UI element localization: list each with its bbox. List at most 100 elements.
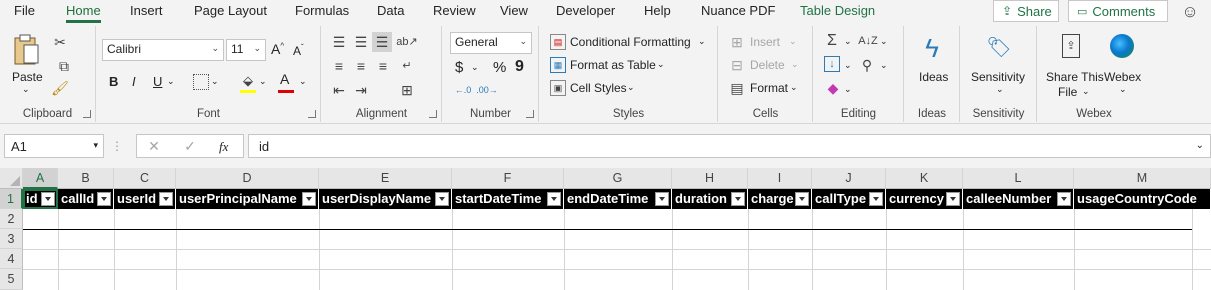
share-button[interactable]: ⇪ Share bbox=[993, 0, 1059, 22]
sort-filter-icon[interactable]: A↓Z bbox=[858, 32, 878, 50]
tab-file[interactable]: File bbox=[14, 3, 35, 18]
tab-help[interactable]: Help bbox=[644, 3, 671, 18]
sensitivity-dropdown-icon[interactable]: ⌄ bbox=[996, 84, 1004, 95]
header-cell-startdatetime[interactable]: startDateTime bbox=[452, 189, 564, 209]
filter-dropdown-icon[interactable] bbox=[1057, 192, 1071, 206]
borders-dropdown-icon[interactable]: ⌄ bbox=[211, 76, 219, 87]
align-right-icon[interactable]: ≡ bbox=[374, 58, 392, 74]
share-file-dropdown-icon[interactable]: ⌄ bbox=[1082, 86, 1090, 97]
header-cell-usagecountrycode[interactable]: usageCountryCode bbox=[1074, 189, 1211, 209]
bold-button[interactable]: B bbox=[109, 74, 118, 89]
fill-color-dropdown-icon[interactable]: ⌄ bbox=[259, 76, 267, 87]
sort-filter-dropdown-icon[interactable]: ⌄ bbox=[880, 36, 888, 47]
delete-cells-dropdown-icon[interactable]: ⌄ bbox=[791, 59, 799, 70]
column-header-f[interactable]: F bbox=[452, 168, 564, 189]
clear-eraser-icon[interactable]: ◆ bbox=[824, 80, 842, 96]
insert-cells-dropdown-icon[interactable]: ⌄ bbox=[789, 36, 797, 47]
name-box-dropdown-icon[interactable]: ▾ bbox=[93, 140, 98, 151]
delete-cells-button[interactable]: Delete bbox=[750, 58, 785, 72]
insert-function-button[interactable]: fx bbox=[219, 139, 228, 155]
sensitivity-button[interactable]: Sensitivity bbox=[971, 70, 1025, 84]
format-cells-button[interactable]: Format bbox=[750, 81, 788, 95]
smiley-feedback-icon[interactable]: ☺ bbox=[1180, 1, 1200, 21]
header-cell-callid[interactable]: callId bbox=[58, 189, 114, 209]
filter-dropdown-icon[interactable] bbox=[97, 192, 111, 206]
cancel-formula-icon[interactable]: ✕ bbox=[145, 138, 163, 154]
formula-input[interactable]: id ⌄ bbox=[248, 134, 1211, 158]
decrease-indent-icon[interactable]: ⇤ bbox=[330, 82, 348, 98]
orientation-icon[interactable]: ab↗ bbox=[396, 34, 417, 50]
middle-align-icon[interactable]: ☰ bbox=[352, 34, 370, 50]
wrap-text-icon[interactable]: ↵ bbox=[398, 58, 416, 74]
number-format-combo[interactable]: General ⌄ bbox=[450, 32, 532, 54]
clear-dropdown-icon[interactable]: ⌄ bbox=[844, 84, 852, 95]
filter-dropdown-icon[interactable] bbox=[946, 192, 960, 206]
header-cell-id[interactable]: id bbox=[23, 189, 58, 209]
top-align-icon[interactable]: ☰ bbox=[330, 34, 348, 50]
header-cell-calleenumber[interactable]: calleeNumber bbox=[963, 189, 1074, 209]
filter-dropdown-icon[interactable] bbox=[41, 192, 55, 206]
column-header-b[interactable]: B bbox=[58, 168, 114, 189]
insert-cells-button[interactable]: Insert bbox=[750, 35, 780, 49]
tab-page-layout[interactable]: Page Layout bbox=[194, 3, 267, 18]
tab-data[interactable]: Data bbox=[377, 3, 404, 18]
row-header-5[interactable]: 5 bbox=[0, 269, 23, 290]
format-cells-dropdown-icon[interactable]: ⌄ bbox=[790, 82, 798, 93]
fill-color-icon[interactable]: ⬙ bbox=[240, 72, 256, 88]
align-center-icon[interactable]: ≡ bbox=[352, 58, 370, 74]
tab-developer[interactable]: Developer bbox=[556, 3, 615, 18]
row-header-3[interactable]: 3 bbox=[0, 229, 23, 249]
filter-dropdown-icon[interactable] bbox=[302, 192, 316, 206]
tab-view[interactable]: View bbox=[500, 3, 528, 18]
increase-indent-icon[interactable]: ⇥ bbox=[352, 82, 370, 98]
column-header-m[interactable]: M bbox=[1074, 168, 1211, 189]
italic-button[interactable]: I bbox=[132, 74, 136, 89]
filter-dropdown-icon[interactable] bbox=[869, 192, 883, 206]
tab-home[interactable]: Home bbox=[66, 3, 101, 23]
ideas-button[interactable]: Ideas bbox=[919, 70, 948, 84]
sensitivity-tag-icon[interactable]: 🏷 bbox=[985, 32, 1013, 64]
decrease-font-size-icon[interactable]: Aˇ bbox=[293, 43, 304, 58]
fill-dropdown-icon[interactable]: ⌄ bbox=[844, 60, 852, 71]
cell-styles-button[interactable]: Cell Styles bbox=[570, 81, 627, 95]
expand-formula-bar-icon[interactable]: ⌄ bbox=[1196, 140, 1204, 151]
decrease-decimal-icon[interactable]: .00→ bbox=[476, 82, 498, 98]
header-cell-calltype[interactable]: callType bbox=[812, 189, 886, 209]
row-header-2[interactable]: 2 bbox=[0, 209, 23, 229]
enter-formula-icon[interactable]: ✓ bbox=[181, 138, 199, 154]
font-launcher-icon[interactable] bbox=[308, 110, 316, 118]
comma-style-button[interactable]: 9 bbox=[515, 58, 524, 76]
filter-dropdown-icon[interactable] bbox=[159, 192, 173, 206]
underline-dropdown-icon[interactable]: ⌄ bbox=[167, 76, 175, 87]
header-cell-userprincipalname[interactable]: userPrincipalName bbox=[176, 189, 319, 209]
column-header-e[interactable]: E bbox=[319, 168, 452, 189]
header-cell-userdisplayname[interactable]: userDisplayName bbox=[319, 189, 452, 209]
currency-button[interactable]: $ bbox=[455, 59, 463, 76]
alignment-launcher-icon[interactable] bbox=[429, 110, 437, 118]
format-as-table-dropdown-icon[interactable]: ⌄ bbox=[657, 59, 665, 70]
align-left-icon[interactable]: ≡ bbox=[330, 58, 348, 74]
find-select-dropdown-icon[interactable]: ⌄ bbox=[880, 60, 888, 71]
font-name-combo[interactable]: Calibri ⌄ bbox=[102, 39, 224, 61]
merge-center-icon[interactable]: ⊞ bbox=[398, 82, 416, 98]
number-format-dropdown-icon[interactable]: ⌄ bbox=[519, 36, 527, 47]
currency-dropdown-icon[interactable]: ⌄ bbox=[471, 62, 479, 73]
filter-dropdown-icon[interactable] bbox=[795, 192, 809, 206]
webex-logo-icon[interactable] bbox=[1110, 34, 1134, 58]
header-cell-charge[interactable]: charge bbox=[748, 189, 812, 209]
paste-chevron-icon[interactable]: ⌄ bbox=[22, 84, 30, 95]
font-size-combo[interactable]: 11 ⌄ bbox=[226, 39, 266, 61]
share-file-icon[interactable]: ⇪ bbox=[1062, 34, 1080, 58]
tab-review[interactable]: Review bbox=[433, 3, 476, 18]
increase-font-size-icon[interactable]: A^ bbox=[271, 41, 284, 57]
header-cell-userid[interactable]: userId bbox=[114, 189, 176, 209]
filter-dropdown-icon[interactable] bbox=[435, 192, 449, 206]
filter-dropdown-icon[interactable] bbox=[655, 192, 669, 206]
copy-icon[interactable]: ⧉ bbox=[52, 58, 76, 74]
tab-formulas[interactable]: Formulas bbox=[295, 3, 349, 18]
comments-button[interactable]: ▭ Comments bbox=[1068, 0, 1168, 22]
font-name-dropdown-icon[interactable]: ⌄ bbox=[211, 43, 219, 54]
fill-icon[interactable]: ↓ bbox=[824, 56, 840, 72]
column-header-g[interactable]: G bbox=[564, 168, 672, 189]
format-painter-icon[interactable]: 🖌 bbox=[51, 80, 69, 96]
